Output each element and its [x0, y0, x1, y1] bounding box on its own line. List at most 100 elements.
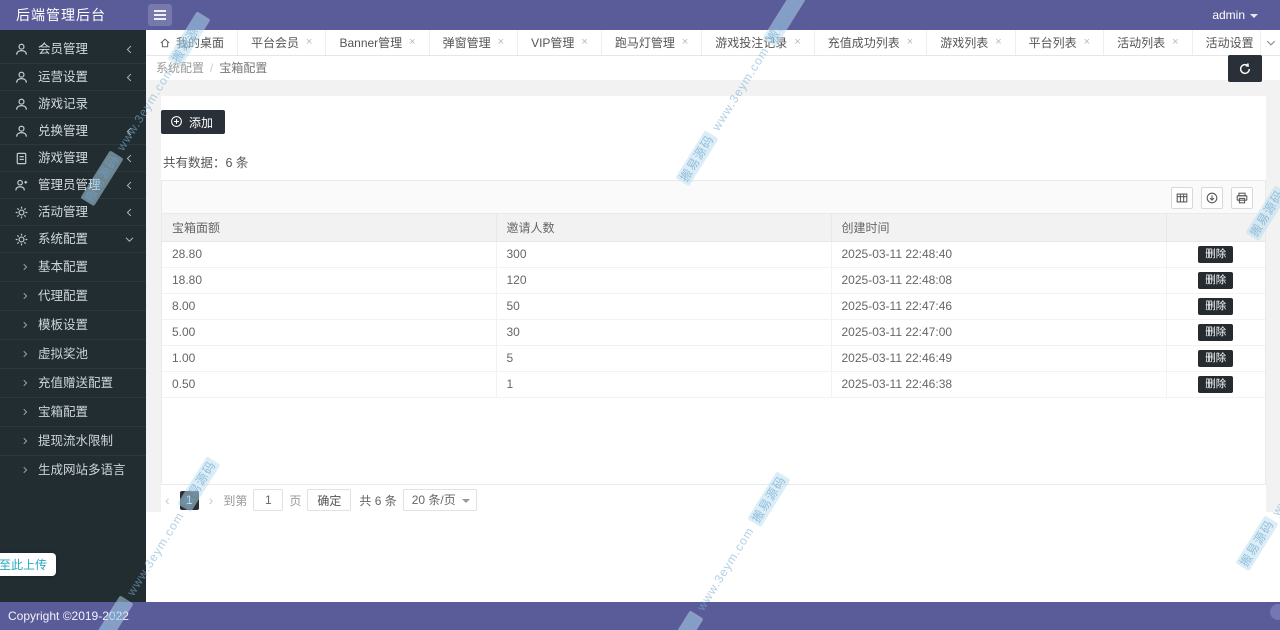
arrow-right-icon [23, 263, 28, 271]
tab-platform-members[interactable]: 平台会员 × [238, 30, 327, 55]
table-toolbar [162, 181, 1265, 214]
tab-banner[interactable]: Banner管理 × [326, 30, 430, 55]
sidebar-subitem-label: 充值赠送配置 [38, 376, 114, 390]
chevron-down-icon [125, 237, 134, 242]
sidebar-subitem-label: 模板设置 [38, 318, 89, 332]
tab-recharge-success[interactable]: 充值成功列表 × [815, 30, 928, 55]
tab-desktop[interactable]: 我的桌面 [146, 30, 239, 55]
tab-activity-list[interactable]: 活动列表 × [1104, 30, 1193, 55]
goto-page-input[interactable] [253, 489, 284, 511]
col-actions [1166, 214, 1265, 242]
sidebar-subitem-withdraw-limit[interactable]: 提现流水限制 [0, 426, 146, 455]
sidebar-item-system-config[interactable]: 系统配置 [0, 225, 146, 252]
tab-game-list[interactable]: 游戏列表 × [927, 30, 1016, 55]
sidebar-subitem-treasure-box-config[interactable]: 宝箱配置 [0, 397, 146, 426]
prev-page-icon[interactable]: ‹ [161, 492, 174, 508]
chevron-down-icon [1266, 40, 1276, 46]
user-menu[interactable]: admin [1212, 0, 1258, 30]
arrow-right-icon [23, 408, 28, 416]
filter-columns-icon [1176, 193, 1188, 203]
close-icon[interactable]: × [794, 37, 800, 48]
sidebar-subitem-label: 生成网站多语言 [38, 463, 126, 477]
next-page-icon[interactable]: › [205, 492, 218, 508]
tab-platform-list[interactable]: 平台列表 × [1016, 30, 1105, 55]
plus-circle-icon [171, 116, 182, 127]
tab-marquee[interactable]: 跑马灯管理 × [602, 30, 703, 55]
delete-button[interactable]: 删除 [1198, 245, 1234, 263]
table-row: 1.00 5 2025-03-11 22:46:49 删除 [162, 345, 1265, 372]
sidebar-item-game-records[interactable]: 游戏记录 [0, 90, 146, 117]
sidebar-item-members[interactable]: 会员管理 [0, 36, 146, 63]
sidebar-item-admins[interactable]: 管理员管理 [0, 171, 146, 198]
caret-down-icon [1250, 13, 1258, 18]
tab-activity-settings[interactable]: 活动设置× [1193, 30, 1260, 55]
breadcrumb-section[interactable]: 系统配置 [156, 61, 204, 75]
sidebar-subitem-virtual-pool[interactable]: 虚拟奖池 [0, 339, 146, 368]
table-row: 18.80 120 2025-03-11 22:48:08 删除 [162, 267, 1265, 294]
tab-overflow-button[interactable] [1260, 30, 1280, 55]
refresh-button[interactable] [1228, 55, 1262, 82]
export-button[interactable] [1201, 187, 1223, 209]
col-created: 创建时间 [831, 214, 1167, 242]
sidebar-item-label: 活动管理 [38, 205, 89, 219]
content-background: 添加 共有数据：6 条 宝箱面额 邀请人数 创建时间 28.80 300 202… [146, 80, 1280, 512]
delete-button[interactable]: 删除 [1198, 297, 1234, 315]
close-icon[interactable]: × [1172, 37, 1178, 48]
close-icon[interactable]: × [306, 37, 312, 48]
close-icon[interactable]: × [409, 37, 415, 48]
tab-vip[interactable]: VIP管理 × [518, 30, 602, 55]
close-icon[interactable]: × [907, 37, 913, 48]
app-window: 后端管理后台 admin 会员管理 运营设置 游戏记录 兑换管理 游戏管理 管理… [0, 0, 1280, 630]
chevron-left-icon [126, 154, 132, 163]
delete-button[interactable]: 删除 [1198, 271, 1234, 289]
close-icon[interactable]: × [581, 37, 587, 48]
copyright-text: Copyright ©2019-2022 [8, 609, 129, 623]
sidebar-item-operations[interactable]: 运营设置 [0, 63, 146, 90]
current-page-button[interactable]: 1 [179, 490, 199, 510]
sidebar-item-exchange[interactable]: 兑换管理 [0, 117, 146, 144]
tab-bet-records[interactable]: 游戏投注记录 × [702, 30, 815, 55]
floating-dot[interactable] [1270, 604, 1280, 620]
arrow-right-icon [23, 292, 28, 300]
close-icon[interactable]: × [498, 37, 504, 48]
sidebar-subitem-recharge-bonus[interactable]: 充值赠送配置 [0, 368, 146, 397]
close-icon[interactable]: × [1084, 37, 1090, 48]
export-icon [1206, 192, 1218, 204]
sidebar-item-label: 游戏记录 [38, 97, 89, 111]
drag-upload-hint[interactable]: 拖至此上传 [0, 553, 57, 576]
sidebar-subitem-template-settings[interactable]: 模板设置 [0, 310, 146, 339]
footer: Copyright ©2019-2022 [0, 602, 1280, 630]
goto-confirm-button[interactable]: 确定 [307, 489, 352, 511]
sidebar-item-game-management[interactable]: 游戏管理 [0, 144, 146, 171]
close-icon[interactable]: × [995, 37, 1001, 48]
sidebar-subitem-label: 基本配置 [38, 260, 89, 274]
sidebar-item-label: 兑换管理 [38, 124, 89, 138]
home-icon [160, 37, 170, 47]
delete-button[interactable]: 删除 [1198, 375, 1234, 393]
data-table: 宝箱面额 邀请人数 创建时间 28.80 300 2025-03-11 22:4… [161, 180, 1266, 485]
table-header-row: 宝箱面额 邀请人数 创建时间 [162, 214, 1265, 242]
menu-toggle-button[interactable] [148, 4, 172, 26]
tab-popup[interactable]: 弹窗管理 × [430, 30, 519, 55]
delete-button[interactable]: 删除 [1198, 323, 1234, 341]
chevron-left-icon [126, 181, 132, 190]
filter-columns-button[interactable] [1171, 187, 1193, 209]
user-icon [16, 125, 27, 137]
main-area: 我的桌面 平台会员 × Banner管理 × 弹窗管理 × VIP管理 × 跑马灯管理 ×… [146, 30, 1280, 602]
page-size-select[interactable]: 20 条/页 [402, 489, 477, 511]
sidebar-item-activities[interactable]: 活动管理 [0, 198, 146, 225]
sidebar-subitem-multilanguage[interactable]: 生成网站多语言 [0, 455, 146, 484]
add-button[interactable]: 添加 [161, 110, 226, 134]
print-button[interactable] [1231, 187, 1253, 209]
print-icon [1236, 192, 1248, 204]
gear-icon [15, 206, 28, 219]
table-row: 0.50 1 2025-03-11 22:46:38 删除 [162, 371, 1265, 398]
sidebar-subitem-basic-config[interactable]: 基本配置 [0, 252, 146, 281]
table-row: 5.00 30 2025-03-11 22:47:00 删除 [162, 319, 1265, 346]
close-icon[interactable]: × [682, 37, 688, 48]
tab-bar: 我的桌面 平台会员 × Banner管理 × 弹窗管理 × VIP管理 × 跑马灯管理 ×… [146, 30, 1280, 56]
caret-down-icon [461, 499, 470, 503]
sidebar-subitem-agent-config[interactable]: 代理配置 [0, 281, 146, 310]
user-icon [16, 43, 27, 55]
delete-button[interactable]: 删除 [1198, 349, 1234, 367]
